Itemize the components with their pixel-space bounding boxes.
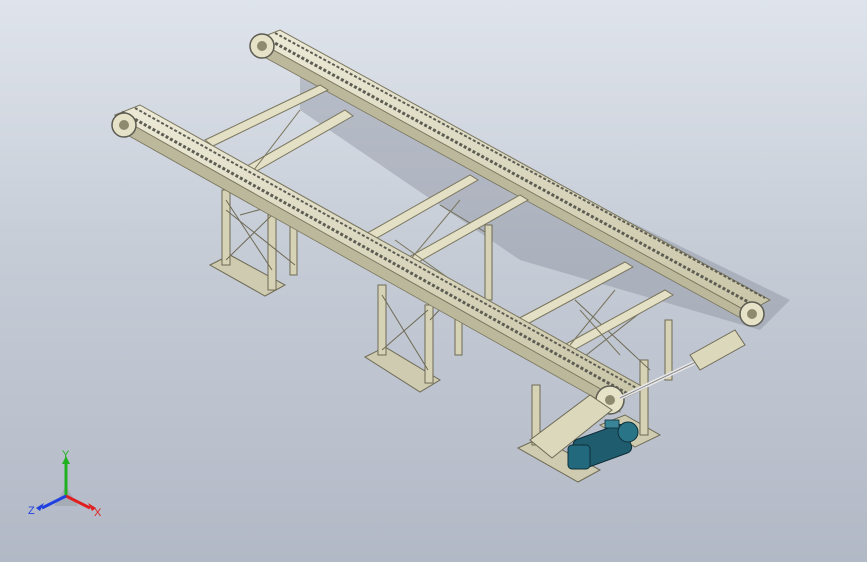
x-axis-label: X — [94, 507, 102, 519]
conveyor-model[interactable] — [0, 0, 867, 562]
rear-conveyor-rail — [249, 29, 772, 327]
axis-triad: Y X Z — [28, 449, 102, 519]
graphics-viewport[interactable]: Y X Z — [0, 0, 867, 562]
z-axis-label: Z — [28, 505, 35, 517]
y-axis-label: Y — [62, 449, 70, 461]
